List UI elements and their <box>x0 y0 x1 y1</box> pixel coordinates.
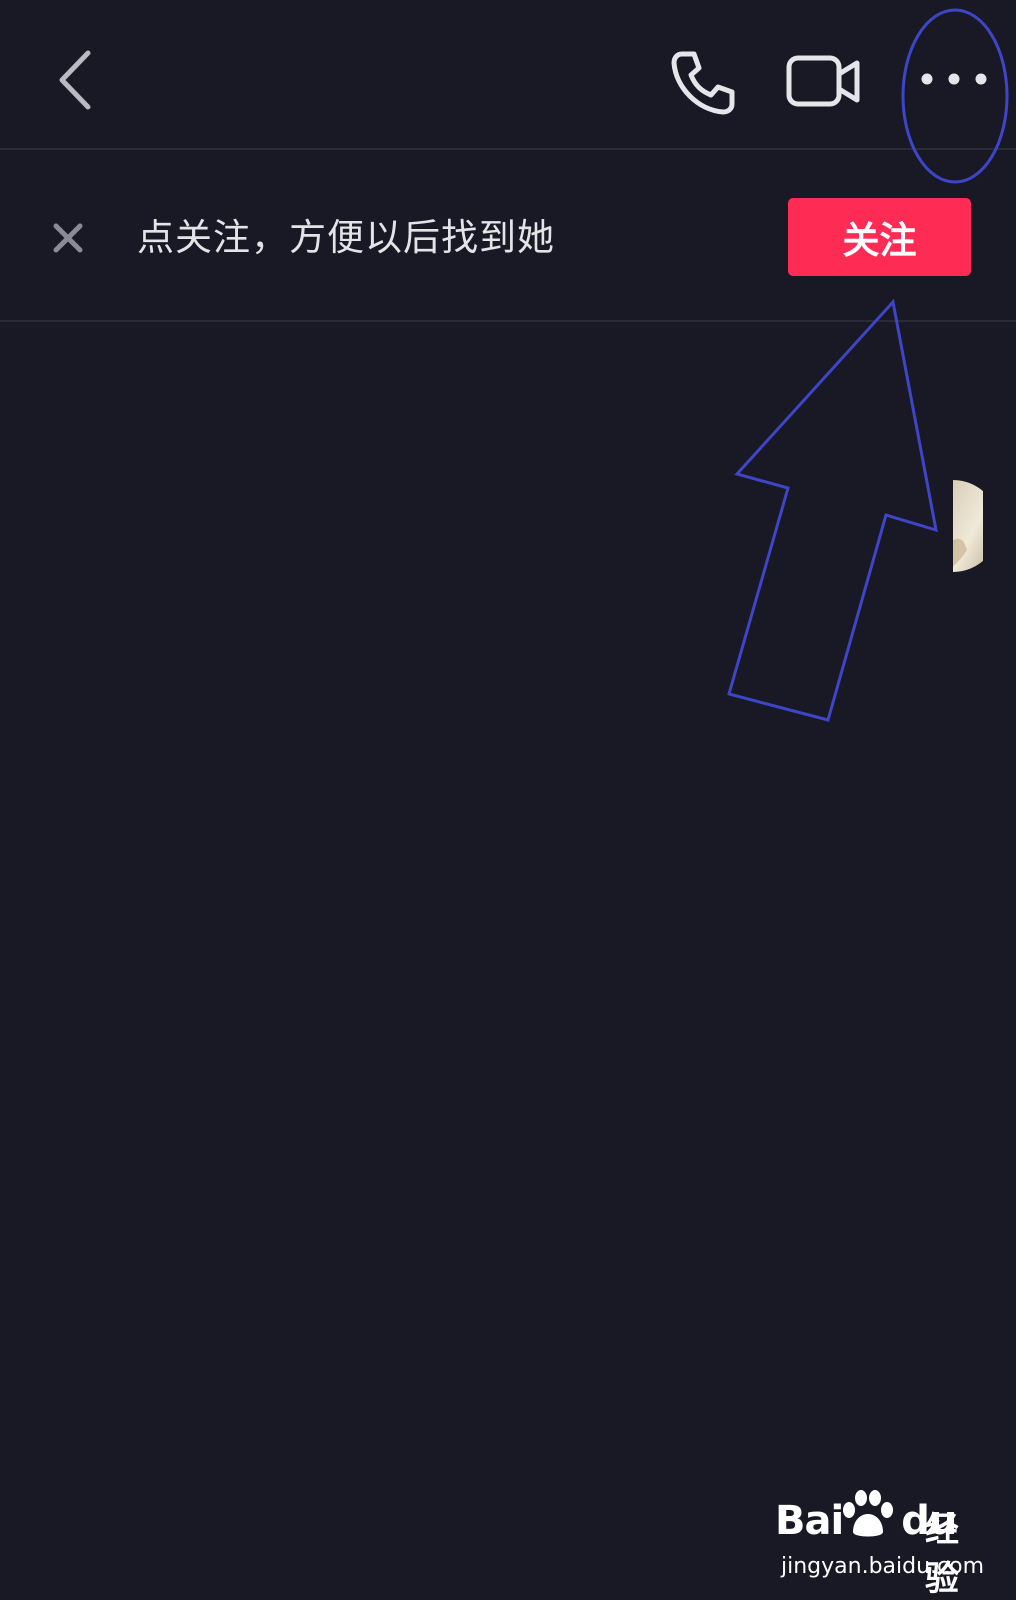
voice-call-button[interactable] <box>668 48 738 118</box>
more-options-button[interactable] <box>915 62 995 96</box>
back-button[interactable] <box>50 45 100 115</box>
annotation-arrow <box>727 298 938 722</box>
video-call-button[interactable] <box>785 52 863 112</box>
close-icon <box>53 223 83 253</box>
chat-screen: 点关注，方便以后找到她 关注 Bai du 经验 jingyan.baidu.c… <box>0 0 1016 1600</box>
follow-prompt-text: 点关注，方便以后找到她 <box>137 216 555 259</box>
dismiss-follow-prompt-button[interactable] <box>48 218 88 258</box>
phone-icon <box>671 51 735 115</box>
avatar[interactable] <box>953 480 983 572</box>
chevron-left-icon <box>59 50 91 110</box>
follow-button[interactable]: 关注 <box>788 198 971 276</box>
top-navigation-bar <box>0 0 1016 150</box>
watermark-url: jingyan.baidu.com <box>781 1554 985 1579</box>
baidu-jingyan-watermark: Bai du 经验 jingyan.baidu.com <box>775 1488 990 1599</box>
watermark-brand-cn: 经验 <box>925 1510 959 1599</box>
more-dots-icon <box>921 73 987 85</box>
video-camera-icon <box>786 55 860 107</box>
